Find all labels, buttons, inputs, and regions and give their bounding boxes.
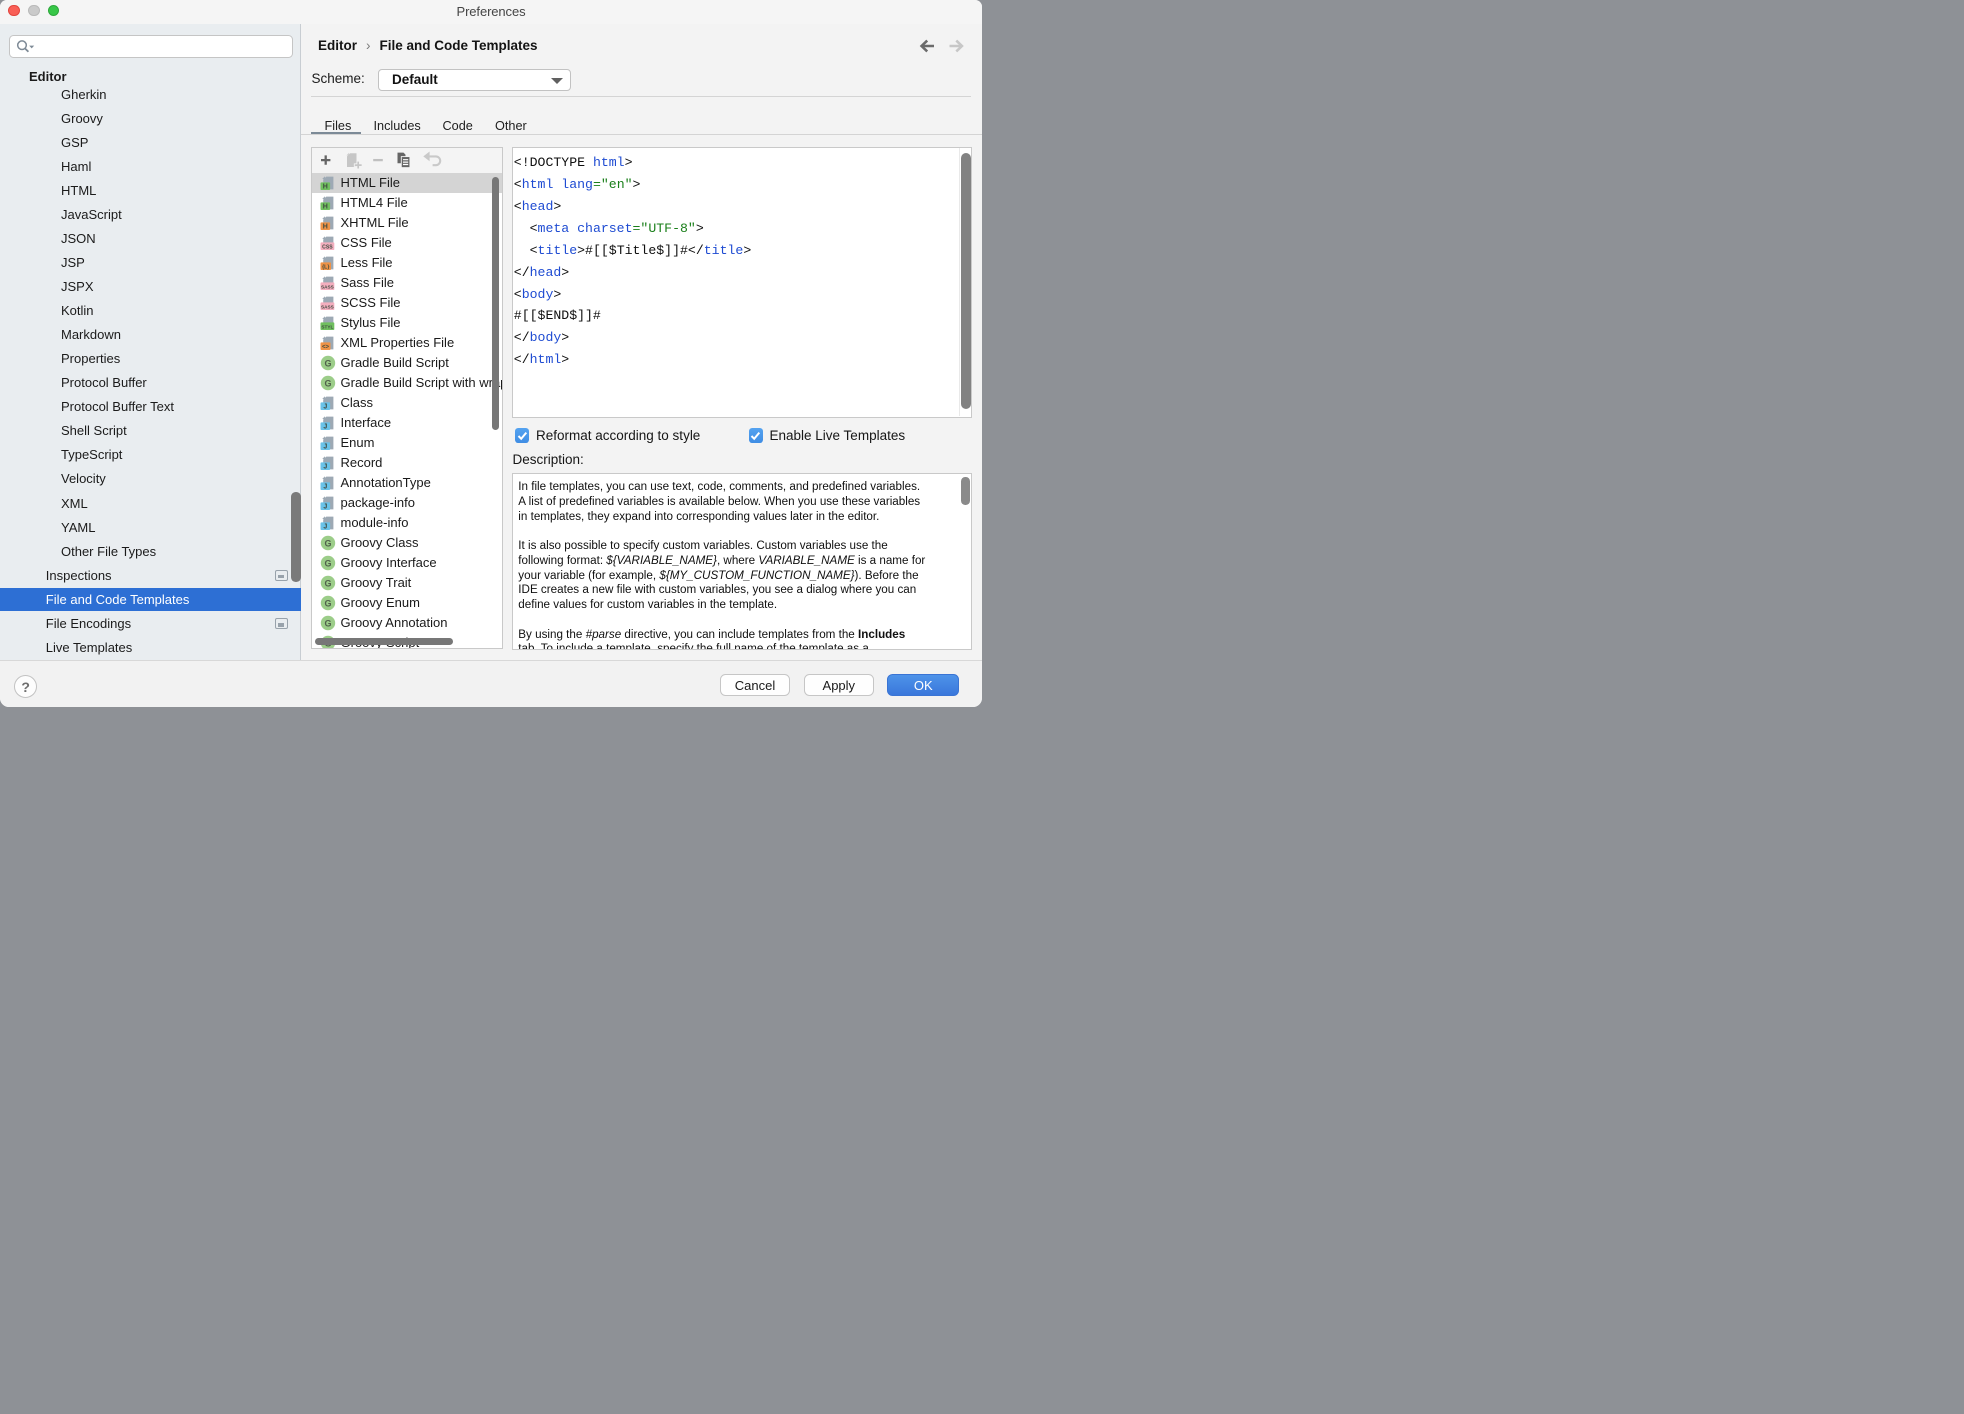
svg-text:J: J bbox=[323, 423, 327, 430]
svg-text:J: J bbox=[323, 443, 327, 450]
svg-text:J: J bbox=[323, 503, 327, 510]
svg-text:G: G bbox=[324, 578, 331, 588]
svg-text:J: J bbox=[323, 483, 327, 490]
svg-text:SASS: SASS bbox=[321, 284, 334, 289]
svg-text:{L}: {L} bbox=[322, 264, 329, 270]
svg-text:J: J bbox=[323, 403, 327, 410]
svg-text:G: G bbox=[324, 618, 331, 628]
svg-text:J: J bbox=[323, 463, 327, 470]
svg-text:G: G bbox=[324, 358, 331, 368]
svg-text:G: G bbox=[324, 378, 331, 388]
svg-text:STYL: STYL bbox=[321, 324, 333, 329]
svg-text:G: G bbox=[324, 558, 331, 568]
svg-text:J: J bbox=[323, 523, 327, 530]
svg-text:H: H bbox=[323, 223, 328, 230]
svg-text:<>: <> bbox=[322, 344, 330, 350]
svg-text:H: H bbox=[323, 203, 328, 210]
svg-text:SASS: SASS bbox=[321, 304, 334, 309]
svg-text:CSS: CSS bbox=[322, 244, 333, 250]
svg-text:G: G bbox=[324, 538, 331, 548]
svg-text:G: G bbox=[324, 598, 331, 608]
svg-text:H: H bbox=[323, 183, 328, 190]
